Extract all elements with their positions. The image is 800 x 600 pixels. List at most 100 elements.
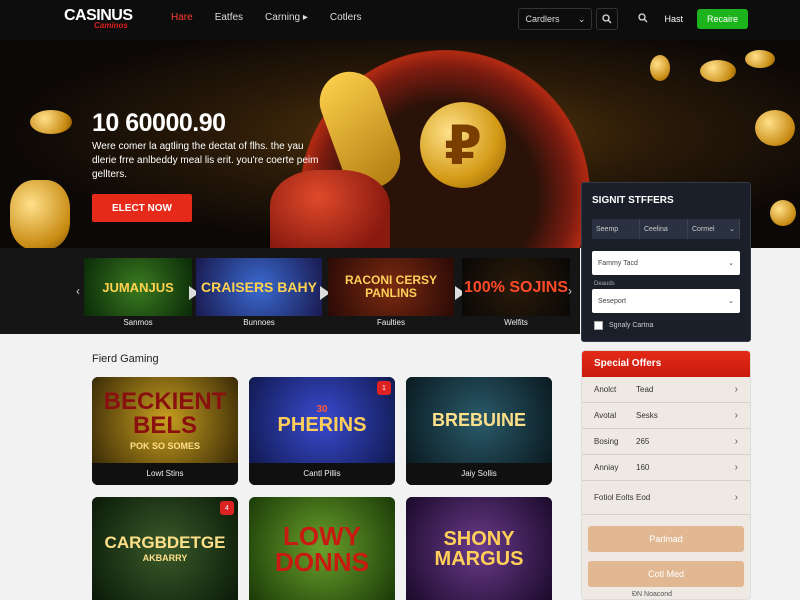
deposit-select[interactable]: Seseport ⌄	[592, 289, 740, 313]
segment-2[interactable]: Ceelina	[640, 219, 688, 239]
coin-icon	[10, 180, 70, 248]
nav-link-features[interactable]: Eatfes	[215, 12, 243, 23]
game-art-title: CARGBDETGE	[104, 533, 226, 552]
offer-primary-button[interactable]: Parlmad	[588, 526, 744, 552]
chevron-right-icon[interactable]: ›	[568, 284, 572, 298]
offer-value: Tead	[636, 385, 654, 394]
special-offers-panel: Special Offers Anolct Tead › Avotal Sesk…	[581, 350, 751, 600]
register-button[interactable]: Recaire	[696, 9, 748, 29]
coin-icon	[30, 110, 72, 134]
badge: 4	[220, 501, 234, 515]
game-art: LOWY DONNS	[249, 497, 395, 600]
coin-icon	[700, 60, 736, 82]
login-link[interactable]: Hast	[664, 14, 683, 24]
game-caption: Jaiy Sollis	[406, 463, 552, 485]
section-title: Fierd Gaming	[92, 353, 159, 365]
signup-segment-row: Seemp Ceelina Cormel ⌄	[592, 219, 740, 239]
carousel-tile[interactable]: 100% SOJINS Welfits	[462, 258, 570, 332]
offer-value: Eod	[636, 493, 651, 502]
hero-cta-button[interactable]: ELECT NOW	[92, 194, 192, 222]
game-caption: Lowt Stins	[92, 463, 238, 485]
carousel-tile[interactable]: CRAISERS BAHY Bunnoes	[196, 258, 322, 332]
game-art: SHONY MARGUS	[406, 497, 552, 600]
game-card[interactable]: LOWY DONNS	[249, 497, 395, 600]
chevron-down-icon: ⌄	[729, 226, 735, 233]
tile-art: JUMANJUS	[84, 258, 192, 316]
deposit-select-placeholder: Seseport	[598, 297, 627, 305]
game-caption: Cantl Pillis	[249, 463, 395, 485]
game-card[interactable]: BREBUINE Jaiy Sollis	[406, 377, 552, 485]
offer-name: Bosing	[594, 437, 619, 446]
offer-row[interactable]: Anniay 160 ›	[582, 455, 750, 481]
terms-checkbox-row[interactable]: Sgnaly Cartna	[594, 321, 653, 330]
offer-value: 265	[636, 437, 650, 446]
nav-links: Hare Eatfes Carning ▸ Cotlers	[171, 12, 384, 23]
segment-1[interactable]: Seemp	[592, 219, 640, 239]
offer-name: Anolct	[594, 385, 617, 394]
offer-value: 160	[636, 463, 650, 472]
chevron-right-icon: ›	[734, 436, 738, 447]
top-nav: CASINUS Caminos Hare Eatfes Carning ▸ Co…	[0, 0, 800, 40]
chevron-right-icon: ›	[734, 492, 738, 503]
chevron-down-icon: ⌄	[728, 298, 734, 305]
search-icon[interactable]	[638, 12, 648, 26]
signup-panel: SIGNIT STFFERS Seemp Ceelina Cormel ⌄ Fa…	[581, 182, 751, 342]
carousel-tile[interactable]: RACONI CERSY PANLINS Faulties	[328, 258, 454, 332]
offer-row[interactable]: Bosing 265 ›	[582, 429, 750, 455]
game-art: BREBUINE	[406, 377, 552, 463]
game-card[interactable]: CARGBDETGE AKBARRY 4	[92, 497, 238, 600]
gold-coin-p-icon: ₽	[420, 102, 506, 188]
tile-caption: Bunnoes	[243, 318, 275, 327]
segment-3[interactable]: Cormel ⌄	[688, 219, 740, 239]
offer-value: Sesks	[636, 411, 658, 420]
offers-footer: ÐN Noacond	[632, 591, 673, 598]
category-select-value: Cardlers	[525, 14, 560, 24]
chevron-down-icon: ⌄	[577, 13, 586, 24]
game-card[interactable]: BECKIENT BELS POK SO SOMES Lowt Stins	[92, 377, 238, 485]
chevron-left-icon[interactable]: ‹	[76, 284, 80, 298]
game-art: CARGBDETGE AKBARRY	[92, 497, 238, 600]
coin-icon	[770, 200, 796, 226]
hero-title: 10 60000.90	[92, 109, 226, 137]
badge: 1	[377, 381, 391, 395]
tile-art: RACONI CERSY PANLINS	[328, 258, 454, 316]
hero-text: Were comer la agtling the dectat of flhs…	[92, 141, 319, 180]
game-carousel: ‹ JUMANJUS Sanmos CRAISERS BAHY Bunnoes …	[0, 248, 580, 334]
name-field[interactable]: Fammy Tacd ⌄	[592, 251, 740, 275]
game-art: BECKIENT BELS POK SO SOMES	[92, 377, 238, 463]
tile-art: CRAISERS BAHY	[196, 258, 322, 316]
nav-right: Cardlers ⌄ Hast Recaire	[518, 8, 748, 30]
tile-caption: Faulties	[376, 318, 405, 327]
chevron-right-icon: ›	[734, 384, 738, 395]
game-card[interactable]: SHONY MARGUS	[406, 497, 552, 600]
checkbox-label: Sgnaly Cartna	[609, 322, 654, 329]
checkbox[interactable]	[594, 321, 603, 330]
category-select[interactable]: Cardlers ⌄	[518, 8, 593, 30]
nav-link-gaming[interactable]: Carning ▸	[265, 12, 308, 23]
chevron-right-icon: ›	[734, 462, 738, 473]
search-icon	[602, 14, 612, 24]
offer-row[interactable]: Avotal Sesks ›	[582, 403, 750, 429]
game-art-title: PHERINS	[277, 414, 367, 436]
offer-row[interactable]: Anolct Tead ›	[582, 377, 750, 403]
tile-caption: Welfits	[504, 318, 528, 327]
signup-title: SIGNIT STFFERS	[592, 195, 674, 206]
coin-icon	[755, 110, 795, 146]
chevron-down-icon: ⌄	[728, 260, 734, 267]
offer-row[interactable]: Fotiol Eolts Eod ›	[582, 481, 750, 515]
tile-art: 100% SOJINS	[462, 258, 570, 316]
offer-name: Fotiol Eolts	[594, 493, 634, 502]
game-art-sub: POK SO SOMES	[129, 440, 200, 451]
nav-link-others[interactable]: Cotlers	[330, 12, 362, 23]
game-card[interactable]: 30 PHERINS 1 Cantl Pillis	[249, 377, 395, 485]
game-art: 30 PHERINS	[249, 377, 395, 463]
offer-secondary-button[interactable]: Cotl Med	[588, 561, 744, 587]
game-art-sub: AKBARRY	[142, 553, 188, 563]
segment-3-label: Cormel	[692, 225, 715, 233]
logo[interactable]: CASINUS Caminos	[64, 8, 133, 30]
name-field-placeholder: Fammy Tacd	[598, 259, 638, 267]
game-art-title: BECKIENT BELS	[103, 387, 227, 439]
nav-link-home[interactable]: Hare	[171, 12, 193, 23]
search-button[interactable]	[596, 8, 619, 30]
carousel-tile[interactable]: JUMANJUS Sanmos	[84, 258, 192, 332]
